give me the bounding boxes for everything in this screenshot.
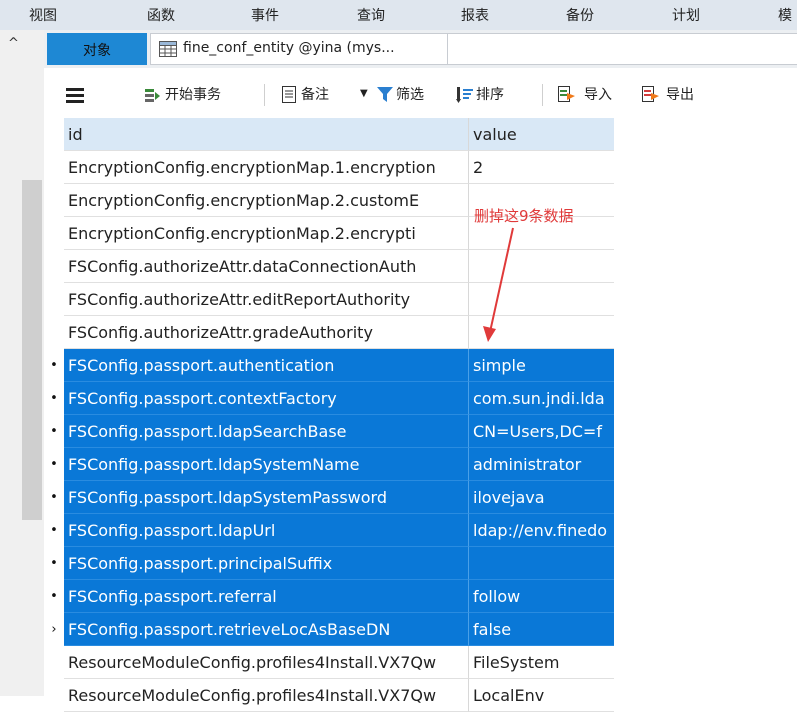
cell-id[interactable]: FSConfig.passport.referral: [64, 580, 469, 613]
grid-header-row: id value: [44, 118, 614, 151]
tab-entity-label: fine_conf_entity @yina (mys...: [183, 40, 395, 56]
row-marker[interactable]: [44, 316, 64, 349]
chevron-up-icon: ^: [8, 36, 19, 51]
table-row[interactable]: • FSConfig.passport.authentication simple: [44, 349, 614, 382]
cell-id[interactable]: FSConfig.passport.principalSuffix: [64, 547, 469, 580]
menu-events[interactable]: 事件: [251, 5, 279, 25]
cell-id[interactable]: EncryptionConfig.encryptionMap.2.customE: [64, 184, 469, 217]
cell-id[interactable]: FSConfig.passport.retrieveLocAsBaseDN: [64, 613, 469, 646]
cell-id[interactable]: FSConfig.passport.contextFactory: [64, 382, 469, 415]
row-marker[interactable]: [44, 217, 64, 250]
cell-value[interactable]: CN=Users,DC=f: [469, 415, 614, 448]
toolbar-separator: [264, 84, 265, 106]
menu-query[interactable]: 查询: [357, 5, 385, 25]
cell-id[interactable]: FSConfig.authorizeAttr.gradeAuthority: [64, 316, 469, 349]
menu-view[interactable]: 视图: [29, 5, 57, 25]
column-header-value[interactable]: value: [469, 118, 614, 151]
note-button[interactable]: 备注: [301, 84, 329, 104]
toolbar: 开始事务 备注 ▼ 筛选 排序 导入 导出: [44, 68, 797, 118]
menubar: 视图 函数 事件 查询 报表 备份 计划 模: [0, 0, 797, 31]
toolbar-separator: [542, 84, 543, 106]
cell-id[interactable]: ResourceModuleConfig.profiles4Install.VX…: [64, 646, 469, 679]
cell-id[interactable]: FSConfig.authorizeAttr.dataConnectionAut…: [64, 250, 469, 283]
table-icon: [159, 41, 177, 57]
table-row[interactable]: ResourceModuleConfig.profiles4Install.VX…: [44, 646, 614, 679]
note-icon: [282, 86, 296, 103]
cell-value[interactable]: false: [469, 613, 614, 646]
cell-id[interactable]: FSConfig.passport.ldapSystemName: [64, 448, 469, 481]
row-marker[interactable]: [44, 646, 64, 679]
tab-bar: 对象 fine_conf_entity @yina (mys...: [44, 30, 797, 68]
cell-value[interactable]: follow: [469, 580, 614, 613]
tab-bar-empty: [448, 33, 797, 65]
cell-id[interactable]: FSConfig.authorizeAttr.editReportAuthori…: [64, 283, 469, 316]
import-icon: [558, 86, 575, 102]
filter-icon: [377, 87, 393, 102]
cell-value[interactable]: FileSystem: [469, 646, 614, 679]
table-row[interactable]: • FSConfig.passport.ldapSystemPassword ilo…: [44, 481, 614, 514]
table-row[interactable]: • FSConfig.passport.principalSuffix: [44, 547, 614, 580]
tab-objects[interactable]: 对象: [47, 33, 147, 65]
row-marker[interactable]: [44, 283, 64, 316]
sort-icon: [456, 87, 473, 103]
row-marker[interactable]: •: [44, 382, 64, 415]
row-marker[interactable]: [44, 184, 64, 217]
filter-button[interactable]: 筛选: [396, 84, 424, 104]
cell-id[interactable]: FSConfig.passport.ldapSystemPassword: [64, 481, 469, 514]
table-row[interactable]: • FSConfig.passport.contextFactory com.sun…: [44, 382, 614, 415]
row-marker[interactable]: ›: [44, 613, 64, 646]
row-marker[interactable]: •: [44, 415, 64, 448]
side-scrollbar[interactable]: [22, 180, 42, 520]
collapse-button[interactable]: ^: [0, 30, 44, 63]
cell-id[interactable]: FSConfig.passport.ldapUrl: [64, 514, 469, 547]
cell-id[interactable]: EncryptionConfig.encryptionMap.2.encrypt…: [64, 217, 469, 250]
row-marker[interactable]: [44, 250, 64, 283]
cell-id[interactable]: EncryptionConfig.encryptionMap.1.encrypt…: [64, 151, 469, 184]
tab-fine-conf-entity[interactable]: fine_conf_entity @yina (mys...: [150, 33, 448, 65]
menu-icon[interactable]: [66, 88, 84, 103]
menu-reports[interactable]: 报表: [461, 5, 489, 25]
export-button[interactable]: 导出: [666, 84, 694, 104]
menu-functions[interactable]: 函数: [147, 5, 175, 25]
cell-id[interactable]: FSConfig.passport.authentication: [64, 349, 469, 382]
table-row[interactable]: • FSConfig.passport.ldapSystemName adminis…: [44, 448, 614, 481]
column-header-id[interactable]: id: [64, 118, 469, 151]
cell-value[interactable]: ilovejava: [469, 481, 614, 514]
export-icon: [642, 86, 659, 102]
left-gutter: ^: [0, 30, 44, 696]
row-marker[interactable]: •: [44, 481, 64, 514]
sort-button[interactable]: 排序: [476, 84, 504, 104]
cell-value[interactable]: simple: [469, 349, 614, 382]
row-marker[interactable]: [44, 151, 64, 184]
cell-value[interactable]: com.sun.jndi.lda: [469, 382, 614, 415]
begin-transaction-icon: [145, 89, 160, 102]
annotation-arrow-icon: [483, 227, 514, 342]
table-row[interactable]: • FSConfig.passport.ldapSearchBase CN=User…: [44, 415, 614, 448]
table-row[interactable]: › FSConfig.passport.retrieveLocAsBaseDN fa…: [44, 613, 614, 646]
cell-id[interactable]: FSConfig.passport.ldapSearchBase: [64, 415, 469, 448]
table-row[interactable]: EncryptionConfig.encryptionMap.1.encrypt…: [44, 151, 614, 184]
row-marker: [44, 118, 64, 151]
cell-value[interactable]: 2: [469, 151, 614, 184]
cell-value[interactable]: ldap://env.finedo: [469, 514, 614, 547]
cell-value[interactable]: [469, 547, 614, 580]
row-marker[interactable]: •: [44, 580, 64, 613]
row-marker[interactable]: •: [44, 349, 64, 382]
table-row[interactable]: • FSConfig.passport.ldapUrl ldap://env.fin…: [44, 514, 614, 547]
table-row[interactable]: • FSConfig.passport.referral follow: [44, 580, 614, 613]
import-button[interactable]: 导入: [584, 84, 612, 104]
row-marker[interactable]: •: [44, 547, 64, 580]
tab-objects-label: 对象: [83, 43, 111, 59]
menu-model[interactable]: 模: [778, 5, 792, 25]
row-marker[interactable]: •: [44, 448, 64, 481]
begin-transaction-button[interactable]: 开始事务: [165, 84, 221, 104]
note-dropdown-icon[interactable]: ▼: [360, 88, 368, 99]
row-marker[interactable]: •: [44, 514, 64, 547]
menu-schedule[interactable]: 计划: [672, 5, 700, 25]
cell-value[interactable]: administrator: [469, 448, 614, 481]
menu-backup[interactable]: 备份: [566, 5, 594, 25]
